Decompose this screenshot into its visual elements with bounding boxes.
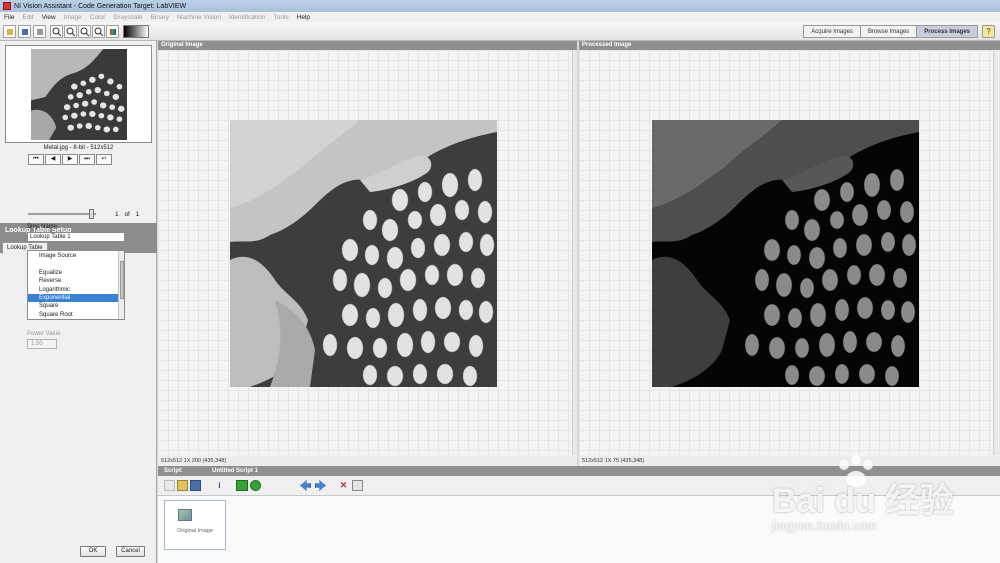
power-value-label: Power Value — [27, 331, 61, 337]
new-script-icon[interactable] — [164, 480, 175, 491]
menu-binary[interactable]: Binary — [151, 14, 169, 21]
script-label: Script: — [164, 468, 184, 474]
zoom-in-icon[interactable] — [50, 25, 63, 38]
original-image-title: Original Image — [158, 41, 577, 50]
cancel-button[interactable]: Cancel — [116, 546, 145, 557]
script-header: Script: Untitled Script 1 — [158, 466, 1000, 476]
menu-view[interactable]: View — [42, 14, 56, 21]
lookup-function-list[interactable]: Image Source Equalize Reverse Logarithmi… — [27, 250, 125, 320]
image-slider-thumb[interactable] — [89, 209, 94, 219]
original-image[interactable] — [230, 120, 497, 387]
step-name-label-text: Step Name — [27, 224, 58, 230]
main-toolbar: Acquire Images Browse Images Process Ima… — [0, 22, 1000, 41]
palette-icon[interactable] — [106, 25, 119, 38]
processed-image-panel: Processed Image 512x512 1X 75 (435,348) — [579, 41, 1000, 466]
tab-acquire-images[interactable]: Acquire Images — [803, 25, 861, 38]
properties-icon[interactable] — [352, 480, 363, 491]
list-item[interactable]: Reverse — [28, 277, 119, 285]
list-item[interactable]: Square Root — [28, 311, 119, 319]
image-source-icon — [178, 509, 192, 521]
list-item[interactable]: Image Source — [28, 252, 119, 260]
original-image-canvas[interactable] — [158, 50, 577, 455]
info-icon[interactable]: i — [214, 480, 225, 491]
script-toolbar: i ✕ — [158, 476, 1000, 496]
image-navigation: ⏮ ◀ ▶ ⏭ ↩ — [28, 154, 113, 165]
zoom-fit-icon[interactable] — [78, 25, 91, 38]
menu-file[interactable]: File — [4, 14, 14, 21]
thumbnail-frame — [5, 45, 152, 143]
previous-image-button[interactable]: ◀ — [45, 154, 61, 165]
list-scrollbar[interactable] — [118, 251, 124, 319]
original-image-status: 512x512 1X 200 (435,348) — [158, 456, 577, 466]
move-left-icon[interactable] — [300, 480, 311, 491]
menu-edit[interactable]: Edit — [22, 14, 33, 21]
zoom-out-icon[interactable] — [64, 25, 77, 38]
processed-image-status: 512x512 1X 75 (435,348) — [579, 456, 1000, 466]
list-item[interactable]: Equalize — [28, 269, 119, 277]
delete-step-icon[interactable]: ✕ — [338, 480, 349, 491]
thumbnail-image[interactable] — [31, 49, 127, 140]
menu-machine-vision[interactable]: Machine Vision — [177, 14, 221, 21]
ok-button[interactable]: OK — [80, 546, 106, 557]
menu-grayscale[interactable]: Grayscale — [113, 14, 142, 21]
tab-browse-images[interactable]: Browse Images — [859, 25, 918, 38]
list-item[interactable]: Logarithmic — [28, 286, 119, 294]
processed-image-title: Processed Image — [579, 41, 1000, 50]
menu-color[interactable]: Color — [90, 14, 106, 21]
script-area[interactable]: Original Image — [158, 496, 1000, 563]
list-item-selected[interactable]: Exponential — [28, 294, 119, 303]
app-icon — [3, 2, 11, 10]
save-script-icon[interactable] — [190, 480, 201, 491]
help-icon[interactable]: ? — [982, 25, 995, 38]
power-value-input[interactable]: 1.50 — [27, 339, 57, 349]
tab-process-images[interactable]: Process Images — [916, 25, 978, 38]
processed-image-canvas[interactable] — [579, 50, 1000, 455]
move-right-icon[interactable] — [315, 480, 326, 491]
title-bar: NI Vision Assistant - Code Generation Ta… — [0, 0, 1000, 12]
script-step-label: Original Image — [177, 528, 213, 534]
list-item[interactable]: Square — [28, 302, 119, 310]
original-image-scrollbar[interactable] — [572, 50, 577, 455]
page-counter: 1 of 1 — [115, 211, 139, 218]
list-scrollbar-thumb[interactable] — [120, 261, 124, 299]
return-button[interactable]: ↩ — [96, 154, 112, 165]
menu-identification[interactable]: Identification — [229, 14, 266, 21]
mode-tabs: Acquire Images Browse Images Process Ima… — [803, 25, 995, 38]
page-index: 1 — [115, 211, 119, 218]
first-image-button[interactable]: ⏮ — [28, 154, 44, 165]
next-image-button[interactable]: ▶ — [62, 154, 78, 165]
original-image-panel: Original Image 512x512 1X 200 (435,348) — [158, 41, 577, 466]
open-image-icon[interactable] — [3, 25, 16, 38]
list-item[interactable] — [28, 260, 119, 268]
page-total: 1 — [135, 211, 140, 218]
menu-help[interactable]: Help — [297, 14, 310, 21]
script-name: Untitled Script 1 — [212, 468, 259, 474]
thumbnail-caption: Metal.jpg - 8-bit - 512x512 — [43, 145, 114, 151]
open-script-icon[interactable] — [177, 480, 188, 491]
grayscale-palette-swatch[interactable] — [123, 25, 149, 38]
window-title: NI Vision Assistant - Code Generation Ta… — [14, 2, 187, 10]
processed-image[interactable] — [652, 120, 919, 387]
menu-bar: File Edit View Image Color Grayscale Bin… — [0, 12, 1000, 22]
last-image-button[interactable]: ⏭ — [79, 154, 95, 165]
image-slider-track[interactable] — [28, 213, 96, 215]
processed-image-scrollbar[interactable] — [993, 50, 998, 455]
print-icon[interactable] — [33, 25, 46, 38]
script-step-original-image[interactable]: Original Image — [164, 500, 226, 550]
zoom-selection-icon[interactable] — [92, 25, 105, 38]
page-of-label: of — [124, 211, 130, 218]
menu-image[interactable]: Image — [64, 14, 82, 21]
step-name-input[interactable]: Lookup Table 1 — [27, 232, 125, 242]
menu-tools[interactable]: Tools — [273, 14, 288, 21]
run-once-icon[interactable] — [236, 480, 248, 491]
run-continuous-icon[interactable] — [250, 480, 261, 491]
save-image-icon[interactable] — [18, 25, 31, 38]
